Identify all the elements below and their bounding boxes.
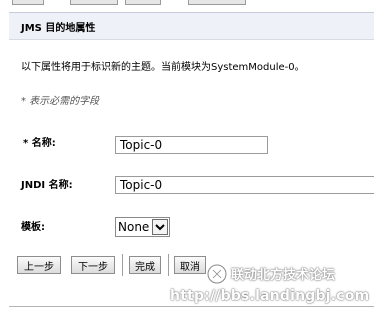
section-title: JMS 目的地属性 (21, 23, 96, 34)
next-button[interactable]: 下一步 (71, 256, 115, 274)
watermark-url: http://bbs.landingbj.com (170, 288, 370, 304)
name-input[interactable]: Topic-0 (115, 136, 268, 154)
button-separator (122, 254, 123, 276)
finish-button[interactable]: 完成 (129, 256, 161, 274)
required-note: * 表示必需的字段 (21, 96, 100, 107)
top-tab[interactable] (12, 0, 44, 5)
template-select[interactable]: None (115, 217, 170, 237)
template-selected-value: None (118, 220, 150, 234)
cancel-button[interactable]: 取消 (174, 256, 206, 274)
watermark-text: 联动北方技术论坛 (231, 268, 336, 283)
back-button[interactable]: 上一步 (17, 256, 61, 274)
watermark: 联动北方技术论坛 http://bbs.landingbj.com (170, 262, 374, 312)
top-tab[interactable] (125, 0, 161, 5)
logo-icon (205, 262, 229, 289)
chevron-down-icon[interactable] (152, 219, 168, 235)
top-tab[interactable] (188, 0, 246, 5)
button-separator (168, 254, 169, 276)
top-tab[interactable] (70, 0, 118, 5)
jndi-name-input[interactable]: Topic-0 (115, 176, 374, 194)
jndi-name-label: JNDI 名称: (21, 180, 73, 191)
name-label: * 名称: (23, 138, 56, 149)
top-tab-strip (0, 0, 374, 6)
section-description: 以下属性将用于标识新的主题。当前模块为SystemModule-0。 (21, 62, 305, 73)
template-label: 模板: (21, 222, 45, 233)
